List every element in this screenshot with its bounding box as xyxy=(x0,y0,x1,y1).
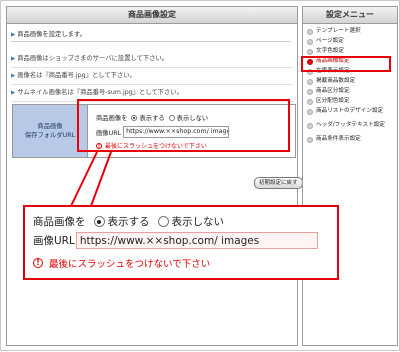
menu-item-product-count[interactable]: 掲載商品数設定 xyxy=(303,78,397,88)
callout-radio-hide[interactable] xyxy=(157,216,169,227)
callout-image-url-row: 画像URL https://www.××shop.com/ images xyxy=(33,232,318,249)
menu-highlight-box xyxy=(301,56,391,72)
bullet-icon xyxy=(307,28,313,35)
bullet-icon xyxy=(307,38,313,45)
setting-highlight-box xyxy=(77,99,290,152)
callout-warning-row: ! 最後にスラッシュをつけないで下さい xyxy=(33,256,210,270)
note-item: ▶ 商品画像はショップさまのサーバに設置して下さい。 xyxy=(11,51,293,68)
intro-text: ▶ 商品画像を設定します。 xyxy=(11,29,291,42)
intro-label: 商品画像を設定します。 xyxy=(17,31,86,38)
callout-radio-show[interactable] xyxy=(93,216,105,227)
menu-item-category[interactable]: 商品区分設定 xyxy=(303,88,397,98)
warning-icon: ! xyxy=(33,258,43,268)
triangle-marker-icon: ▶ xyxy=(11,90,16,96)
menu-item-category-color[interactable]: 区分配色設定 xyxy=(303,98,397,108)
menu-item-page[interactable]: ページ設定 xyxy=(303,38,397,48)
menu-item-conditions[interactable]: 商品条件表示設定 xyxy=(303,136,397,146)
triangle-marker-icon: ▶ xyxy=(11,56,16,62)
main-panel: 商品画像設定 ▶ 商品画像を設定します。 ▶ 商品画像はショップさまのサーバに設置し… xyxy=(6,6,303,346)
note-item: ▶ 画像名は『商品番号.jpg』として下さい。 xyxy=(11,68,293,85)
zoom-callout: 商品画像を 表示する 表示しない 画像URL https://www.××sho… xyxy=(23,205,339,280)
menu-item-list-design[interactable]: 商品リストのデザイン設定 xyxy=(303,108,397,122)
bullet-icon xyxy=(307,122,313,129)
bullet-icon xyxy=(307,98,313,105)
bullet-icon xyxy=(307,78,313,85)
notes-list: ▶ 商品画像はショップさまのサーバに設置して下さい。 ▶ 画像名は『商品番号.jpg… xyxy=(11,51,293,102)
main-panel-title: 商品画像設定 xyxy=(7,7,297,24)
bullet-icon xyxy=(307,88,313,95)
bullet-icon xyxy=(307,48,313,55)
screenshot-frame: 商品画像設定 ▶ 商品画像を設定します。 ▶ 商品画像はショップさまのサーバに設置し… xyxy=(0,0,400,351)
menu-item-template[interactable]: テンプレート選択 xyxy=(303,28,397,38)
bullet-icon xyxy=(307,136,313,143)
triangle-marker-icon: ▶ xyxy=(11,32,16,38)
reset-defaults-button[interactable]: 初期設定に戻す xyxy=(254,177,303,189)
bullet-icon xyxy=(307,108,313,115)
menu-title: 設定メニュー xyxy=(303,7,397,24)
menu-item-header-footer[interactable]: ヘッダ/フッタテキスト設定 xyxy=(303,122,397,136)
callout-image-url-input[interactable]: https://www.××shop.com/ images xyxy=(75,232,318,249)
callout-image-display-row: 商品画像を 表示する 表示しない xyxy=(33,216,224,228)
triangle-marker-icon: ▶ xyxy=(11,73,16,79)
